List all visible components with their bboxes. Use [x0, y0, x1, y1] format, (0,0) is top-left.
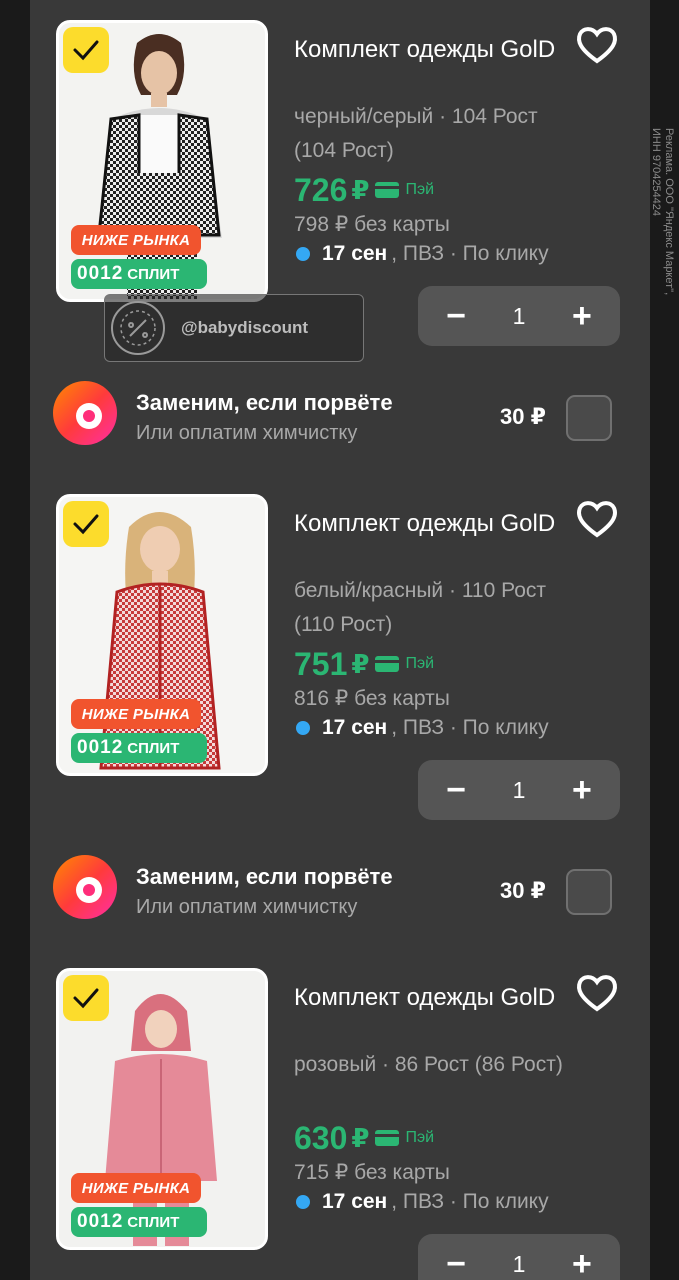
delivery-date: 17 сен	[322, 242, 388, 265]
split-badge: 0012 СПЛИТ	[71, 733, 207, 763]
insurance-logo-icon	[53, 855, 117, 919]
currency: ₽	[351, 648, 370, 679]
delivery-details: , ПВЗ · По клику	[391, 716, 549, 739]
selected-checkbox[interactable]	[63, 975, 109, 1021]
price-without-card: 715 ₽ без карты	[294, 1161, 450, 1184]
increase-button[interactable]: +	[560, 1247, 604, 1280]
product-title[interactable]: Комплект одежды GolD	[294, 508, 564, 539]
selected-checkbox[interactable]	[63, 501, 109, 547]
insurance-subtitle: Или оплатим химчистку	[136, 896, 358, 918]
cart-panel: НИЖЕ РЫНКА 0012 СПЛИТ Комплект одежды Go…	[30, 0, 650, 1280]
split-label: СПЛИТ	[127, 265, 180, 283]
ad-disclaimer: Реклама. ООО "Яндекс Маркет", ИНН 970425…	[650, 128, 675, 296]
delivery-dot-icon	[296, 1195, 310, 1209]
watermark-logo-icon	[111, 301, 165, 355]
insurance-logo-icon	[53, 381, 117, 445]
pay-card-icon	[375, 1130, 400, 1146]
below-market-badge: НИЖЕ РЫНКА	[71, 225, 201, 255]
product-variant: черный/серый · 104 Рост (104 Рост)	[294, 105, 538, 162]
price-without-card: 816 ₽ без карты	[294, 687, 450, 710]
insurance-option: Заменим, если порвёте Или оплатим химчис…	[30, 842, 650, 932]
pay-label: Пэй	[405, 1129, 435, 1146]
currency: ₽	[351, 1122, 370, 1153]
increase-button[interactable]: +	[560, 773, 604, 807]
product-image[interactable]: НИЖЕ РЫНКА 0012 СПЛИТ	[56, 20, 268, 302]
split-amount: 0012	[77, 737, 124, 758]
insurance-subtitle: Или оплатим химчистку	[136, 422, 358, 444]
price: 630	[294, 1119, 348, 1156]
delivery-info: 17 сен , ПВЗ · По клику	[296, 716, 549, 740]
quantity-value: 1	[512, 1250, 526, 1277]
selected-checkbox[interactable]	[63, 27, 109, 73]
heart-icon[interactable]	[574, 973, 620, 1013]
pay-label: Пэй	[405, 655, 435, 672]
price-row: 726 ₽ Пэй	[294, 170, 434, 210]
quantity-stepper: − 1 +	[418, 1234, 620, 1280]
product-variant: розовый · 86 Рост (86 Рост)	[294, 1053, 563, 1076]
watermark: @babydiscount	[104, 294, 364, 362]
delivery-date: 17 сен	[322, 1190, 388, 1213]
increase-button[interactable]: +	[560, 299, 604, 333]
check-icon	[73, 514, 99, 535]
pay-card-icon	[375, 656, 400, 672]
delivery-info: 17 сен , ПВЗ · По клику	[296, 1190, 549, 1214]
insurance-price: 30 ₽	[500, 878, 546, 903]
delivery-info: 17 сен , ПВЗ · По клику	[296, 242, 549, 266]
price: 726	[294, 171, 348, 208]
pay-label: Пэй	[405, 181, 435, 198]
split-label: СПЛИТ	[127, 1213, 180, 1231]
price-without-card: 798 ₽ без карты	[294, 213, 450, 236]
delivery-date: 17 сен	[322, 716, 388, 739]
split-badge: 0012 СПЛИТ	[71, 259, 207, 289]
delivery-dot-icon	[296, 247, 310, 261]
insurance-checkbox[interactable]	[566, 395, 612, 441]
price: 751	[294, 645, 348, 682]
insurance-checkbox[interactable]	[566, 869, 612, 915]
product-title[interactable]: Комплект одежды GolD	[294, 982, 564, 1013]
insurance-price: 30 ₽	[500, 404, 546, 429]
insurance-option: Заменим, если порвёте Или оплатим химчис…	[30, 368, 650, 458]
heart-icon[interactable]	[574, 499, 620, 539]
split-amount: 0012	[77, 263, 124, 284]
pay-card-icon	[375, 182, 400, 198]
decrease-button[interactable]: −	[434, 773, 478, 807]
product-image[interactable]: НИЖЕ РЫНКА 0012 СПЛИТ	[56, 968, 268, 1250]
decrease-button[interactable]: −	[434, 1247, 478, 1280]
split-amount: 0012	[77, 1211, 124, 1232]
insurance-title: Заменим, если порвёте	[136, 864, 393, 889]
split-label: СПЛИТ	[127, 739, 180, 757]
delivery-details: , ПВЗ · По клику	[391, 1190, 549, 1213]
check-icon	[73, 988, 99, 1009]
currency: ₽	[351, 174, 370, 205]
decrease-button[interactable]: −	[434, 299, 478, 333]
delivery-dot-icon	[296, 721, 310, 735]
below-market-badge: НИЖЕ РЫНКА	[71, 1173, 201, 1203]
below-market-badge: НИЖЕ РЫНКА	[71, 699, 201, 729]
product-variant: белый/красный · 110 Рост (110 Рост)	[294, 579, 547, 636]
insurance-title: Заменим, если порвёте	[136, 390, 393, 415]
cart-item: НИЖЕ РЫНКА 0012 СПЛИТ Комплект одежды Go…	[30, 474, 650, 820]
quantity-value: 1	[512, 302, 526, 329]
quantity-value: 1	[512, 776, 526, 803]
heart-icon[interactable]	[574, 25, 620, 65]
watermark-text: @babydiscount	[181, 318, 309, 337]
cart-item: НИЖЕ РЫНКА 0012 СПЛИТ Комплект одежды Go…	[30, 0, 650, 346]
check-icon	[73, 40, 99, 61]
split-badge: 0012 СПЛИТ	[71, 1207, 207, 1237]
cart-item: НИЖЕ РЫНКА 0012 СПЛИТ Комплект одежды Go…	[30, 948, 650, 1280]
quantity-stepper: − 1 +	[418, 760, 620, 820]
price-row: 630 ₽ Пэй	[294, 1118, 434, 1158]
product-title[interactable]: Комплект одежды GolD	[294, 34, 564, 65]
delivery-details: , ПВЗ · По клику	[391, 242, 549, 265]
quantity-stepper: − 1 +	[418, 286, 620, 346]
product-image[interactable]: НИЖЕ РЫНКА 0012 СПЛИТ	[56, 494, 268, 776]
price-row: 751 ₽ Пэй	[294, 644, 434, 684]
